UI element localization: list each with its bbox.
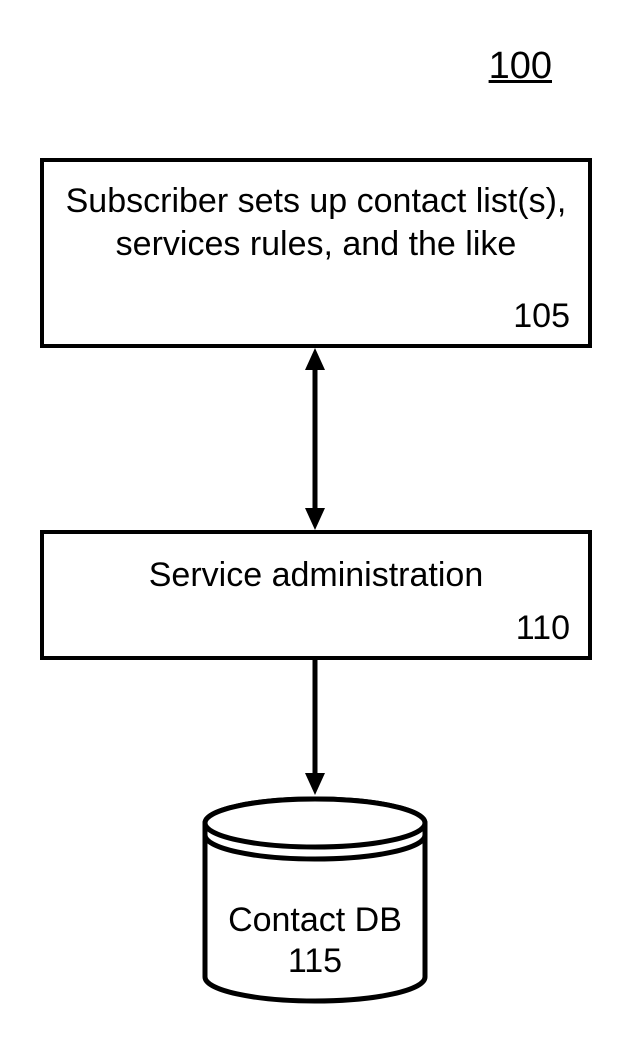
- step-text: Service administration: [64, 556, 568, 595]
- database-label: Contact DB 115: [200, 900, 430, 982]
- database-ref-number: 115: [200, 941, 430, 982]
- step-ref-number: 110: [516, 609, 570, 648]
- step-box-service-admin: Service administration 110: [40, 530, 592, 660]
- down-arrow-icon: [305, 660, 325, 795]
- database-name: Contact DB: [200, 900, 430, 941]
- step-box-subscriber-setup: Subscriber sets up contact list(s), serv…: [40, 158, 592, 348]
- figure-number: 100: [489, 45, 552, 88]
- step-text: Subscriber sets up contact list(s), serv…: [64, 180, 568, 265]
- step-ref-number: 105: [513, 297, 570, 336]
- bidirectional-arrow-icon: [305, 348, 325, 530]
